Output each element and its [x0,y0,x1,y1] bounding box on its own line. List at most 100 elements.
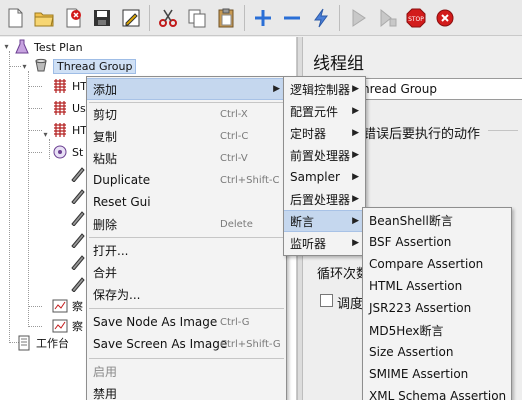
name-field[interactable]: hread Group [355,78,522,100]
close-file-button[interactable] [60,4,86,32]
menu-item-label: HTML Assertion [369,279,463,293]
open-button[interactable] [31,4,57,32]
menu-item-delete[interactable]: 删除 Delete [87,213,286,235]
submenu-arrow-icon: ▶ [352,238,359,248]
collapse-toggle-icon[interactable]: ▾ [20,62,29,71]
toggle-button[interactable] [308,4,334,32]
tree-node-thread-group[interactable]: Thread Group [33,56,137,76]
tree-node-workbench[interactable]: 工作台 [16,333,69,353]
assertion-item[interactable]: BeanShell断言 [363,209,511,231]
submenu-item-assertion[interactable]: 断言 ▶ [284,210,365,232]
assertion-submenu: BeanShell断言 BSF Assertion Compare Assert… [362,207,512,400]
copy-icon [188,9,206,27]
tree-node-child[interactable]: St [52,142,83,162]
tree-node-label: 察 [72,300,83,313]
tree-line [28,71,29,327]
assertion-item[interactable]: HTML Assertion [363,275,511,297]
menu-item-cut[interactable]: 剪切 Ctrl-X [87,103,286,125]
assertion-item[interactable]: XML Schema Assertion [363,385,511,400]
menu-item-label: Duplicate [93,173,151,187]
menu-item-label: 添加 [93,82,118,97]
tree-node-listener[interactable]: 察 [52,296,83,316]
test-plan-icon [14,39,30,55]
menu-item-label: 合并 [93,265,118,280]
assertion-item[interactable]: SMIME Assertion [363,363,511,385]
menu-item-label: 监听器 [290,236,327,251]
tree-node-child[interactable]: HT [52,120,87,140]
menu-item-save-screen-image[interactable]: Save Screen As Image Ctrl+Shift-G [87,333,286,355]
assertion-item[interactable]: Compare Assertion [363,253,511,275]
submenu-item-listener[interactable]: 监听器 ▶ [284,232,365,254]
tree-node-test-plan[interactable]: Test Plan [14,37,83,57]
tree-node-label: Test Plan [34,40,83,54]
assertion-item[interactable]: BSF Assertion [363,231,511,253]
menu-item-label: 后置处理器 [290,192,351,207]
submenu-item-post-processor[interactable]: 后置处理器 ▶ [284,188,365,210]
shutdown-button[interactable] [432,4,458,32]
collapse-toggle-icon[interactable]: ▾ [2,42,11,51]
pencil-icon [70,254,86,270]
menu-item-label: Reset Gui [93,195,151,209]
submenu-arrow-icon: ▶ [352,128,359,138]
start-button[interactable] [345,4,371,32]
toolbar: STOP [0,0,522,36]
submenu-item-config-element[interactable]: 配置元件 ▶ [284,100,365,122]
submenu-item-sampler[interactable]: Sampler ▶ [284,166,365,188]
menu-item-merge[interactable]: 合并 [87,261,286,283]
edit-icon [122,9,140,26]
menu-item-paste[interactable]: 粘贴 Ctrl-V [87,147,286,169]
toolbar-separator [339,4,340,31]
tree-node-child[interactable]: HT [52,76,87,96]
menu-item-label: 断言 [290,214,315,229]
menu-item-label: 定时器 [290,126,327,141]
menu-item-label: Save Node As Image [93,315,218,329]
stop-icon: STOP [406,8,426,27]
save-icon [94,9,110,26]
paste-button[interactable] [213,4,239,32]
cut-button[interactable] [155,4,181,32]
stop-button[interactable]: STOP [403,4,429,32]
save-button[interactable] [89,4,115,32]
menu-item-shortcut: Delete [220,218,253,230]
tree-node-label: St [72,145,84,159]
submenu-item-timer[interactable]: 定时器 ▶ [284,122,365,144]
tree-line [28,152,42,153]
menu-item-open[interactable]: 打开... [87,239,286,261]
menu-item-reset-gui[interactable]: Reset Gui [87,191,286,213]
start-no-pauses-button[interactable] [374,4,400,32]
menu-item-add[interactable]: 添加 ▶ [87,78,286,100]
menu-item-shortcut: Ctrl-X [220,108,248,120]
menu-item-duplicate[interactable]: Duplicate Ctrl+Shift-C [87,169,286,191]
copy-button[interactable] [184,4,210,32]
menu-item-shortcut: Ctrl-G [220,316,250,328]
menu-item-label: SMIME Assertion [369,367,469,381]
menu-item-save-node-image[interactable]: Save Node As Image Ctrl-G [87,311,286,333]
pencil-icon [70,232,86,248]
http-header-icon [52,78,68,94]
assertion-item[interactable]: JSR223 Assertion [363,297,511,319]
menu-item-shortcut: Ctrl-V [220,152,248,164]
menu-item-enable[interactable]: 启用 [87,360,286,382]
assertion-item[interactable]: MD5Hex断言 [363,319,511,341]
menu-item-save-as[interactable]: 保存为... [87,283,286,305]
collapse-all-button[interactable] [279,4,305,32]
menu-item-label: Sampler [290,170,340,184]
submenu-item-logic-controller[interactable]: 逻辑控制器 ▶ [284,78,365,100]
menu-item-disable[interactable]: 禁用 [87,382,286,400]
menu-item-copy[interactable]: 复制 Ctrl-C [87,125,286,147]
workbench-icon [16,335,32,351]
scheduler-checkbox[interactable] [320,294,333,307]
listener-icon [52,298,68,314]
edit-button[interactable] [118,4,144,32]
collapse-toggle-icon[interactable]: ▾ [41,130,50,139]
submenu-item-pre-processor[interactable]: 前置处理器 ▶ [284,144,365,166]
shutdown-icon [436,9,454,26]
menu-item-label: 剪切 [93,107,118,122]
assertion-item[interactable]: Size Assertion [363,341,511,363]
tree-node-child[interactable]: Us [52,98,86,118]
app-window: STOP ▾ ▾ ▾ Test Plan Thread Group HT Us … [0,0,522,400]
menu-item-label: BSF Assertion [369,235,452,249]
expand-all-button[interactable] [250,4,276,32]
new-file-button[interactable] [2,4,28,32]
pencil-icon [70,210,86,226]
